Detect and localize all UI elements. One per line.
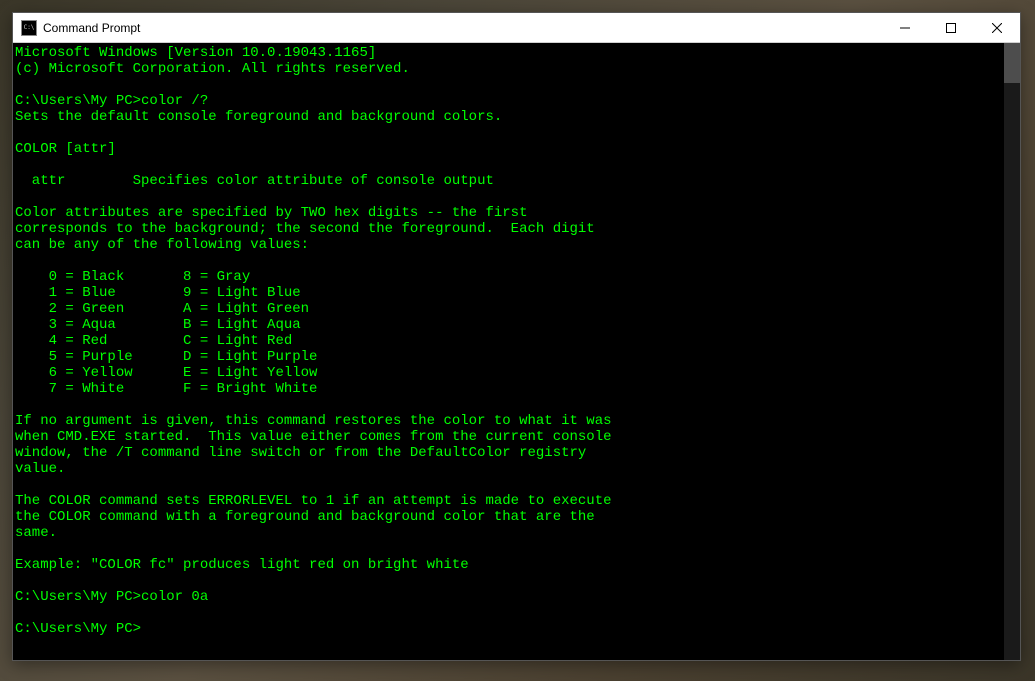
command-prompt-window: Command Prompt Microsoft Windows [Versio… [12,12,1021,661]
titlebar[interactable]: Command Prompt [13,13,1020,43]
minimize-icon [900,23,910,33]
terminal-line: 2 = Green A = Light Green [15,301,1004,317]
terminal-line [15,605,1004,621]
close-icon [992,23,1002,33]
terminal-line [15,573,1004,589]
terminal-line: C:\Users\My PC>color 0a [15,589,1004,605]
window-title: Command Prompt [43,21,140,35]
maximize-icon [946,23,956,33]
terminal-line [15,477,1004,493]
terminal-line: can be any of the following values: [15,237,1004,253]
terminal-line: The COLOR command sets ERRORLEVEL to 1 i… [15,493,1004,509]
terminal-line: C:\Users\My PC> [15,621,1004,637]
terminal-line [15,189,1004,205]
terminal-line: If no argument is given, this command re… [15,413,1004,429]
window-controls [882,13,1020,42]
terminal-line: when CMD.EXE started. This value either … [15,429,1004,445]
terminal-area[interactable]: Microsoft Windows [Version 10.0.19043.11… [13,43,1020,660]
terminal-line: 7 = White F = Bright White [15,381,1004,397]
scrollbar-thumb[interactable] [1004,43,1020,83]
terminal-output[interactable]: Microsoft Windows [Version 10.0.19043.11… [13,43,1004,660]
scrollbar-vertical[interactable] [1004,43,1020,660]
terminal-line [15,157,1004,173]
cmd-icon [21,20,37,36]
terminal-line: same. [15,525,1004,541]
terminal-line [15,253,1004,269]
terminal-line [15,397,1004,413]
terminal-line: attr Specifies color attribute of consol… [15,173,1004,189]
terminal-line: window, the /T command line switch or fr… [15,445,1004,461]
terminal-line: the COLOR command with a foreground and … [15,509,1004,525]
terminal-line: 3 = Aqua B = Light Aqua [15,317,1004,333]
terminal-line: (c) Microsoft Corporation. All rights re… [15,61,1004,77]
terminal-line: Sets the default console foreground and … [15,109,1004,125]
minimize-button[interactable] [882,13,928,42]
terminal-line: C:\Users\My PC>color /? [15,93,1004,109]
close-button[interactable] [974,13,1020,42]
terminal-line [15,77,1004,93]
terminal-line [15,125,1004,141]
terminal-line: corresponds to the background; the secon… [15,221,1004,237]
terminal-line: Example: "COLOR fc" produces light red o… [15,557,1004,573]
terminal-line: 0 = Black 8 = Gray [15,269,1004,285]
terminal-line: 6 = Yellow E = Light Yellow [15,365,1004,381]
maximize-button[interactable] [928,13,974,42]
terminal-line: Microsoft Windows [Version 10.0.19043.11… [15,45,1004,61]
terminal-line: 5 = Purple D = Light Purple [15,349,1004,365]
terminal-line: value. [15,461,1004,477]
terminal-line: 4 = Red C = Light Red [15,333,1004,349]
terminal-line [15,541,1004,557]
terminal-line: Color attributes are specified by TWO he… [15,205,1004,221]
terminal-line: 1 = Blue 9 = Light Blue [15,285,1004,301]
terminal-line: COLOR [attr] [15,141,1004,157]
